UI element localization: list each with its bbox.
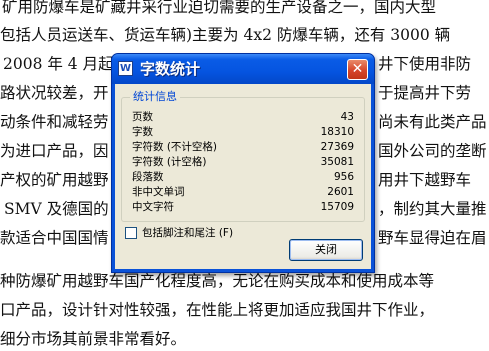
document-line-fragment: 于提高井下劳 — [378, 84, 472, 102]
stat-label: 字符数 (不计空格) — [132, 141, 218, 153]
word-app-icon: W — [118, 61, 133, 76]
document-line-fragment: 尚未有此类产品 — [378, 113, 487, 131]
document-line-fragment: 国外公司的垄断 — [378, 142, 487, 160]
stat-label: 段落数 — [132, 171, 164, 183]
stat-value: 35081 — [320, 156, 354, 168]
stat-value: 15709 — [320, 201, 354, 213]
include-footnotes-checkbox[interactable] — [125, 227, 137, 239]
stat-row-chinese-chars: 中文字符 15709 — [132, 200, 354, 214]
dialog-body: 统计信息 页数 43 字数 18310 字符数 (不计空格) 27369 字符数… — [115, 84, 371, 269]
group-title: 统计信息 — [130, 89, 180, 105]
stat-value: 18310 — [320, 126, 354, 138]
stat-label: 字符数 (计空格) — [132, 156, 207, 168]
stat-row-non-chinese-words: 非中文单词 2601 — [132, 185, 354, 199]
document-line-fragment: 用井下越野车 — [378, 171, 472, 189]
stat-label: 字数 — [132, 126, 153, 138]
stat-row-chars-no-spaces: 字符数 (不计空格) 27369 — [132, 140, 354, 154]
stat-value: 27369 — [320, 141, 354, 153]
stat-row-chars-with-spaces: 字符数 (计空格) 35081 — [132, 155, 354, 169]
document-line: SMV 及德国的 — [4, 200, 109, 218]
document-line: 种防爆矿用越野车国产化程度高，无论在购买成本和使用成本等 — [0, 272, 435, 290]
statistics-group: 统计信息 页数 43 字数 18310 字符数 (不计空格) 27369 字符数… — [121, 89, 365, 222]
document-line-fragment: 野车显得迫在眉 — [378, 229, 487, 247]
document-line-fragment: 井下使用非防 — [378, 55, 472, 73]
stat-label: 中文字符 — [132, 201, 174, 213]
document-line-fragment: ，制约其大量推 — [378, 200, 487, 218]
document-line: 口产品，设计针对性较强，在性能上将更加适应我国井下作业， — [0, 301, 435, 319]
close-icon[interactable]: ✕ — [347, 59, 368, 80]
document-line: 矿用防爆车是矿藏井采行业迫切需要的生产设备之一，国内大型 — [2, 0, 437, 16]
include-footnotes-label[interactable]: 包括脚注和尾注 (F) — [142, 225, 233, 241]
dialog-title: 字数统计 — [140, 60, 201, 78]
stat-value: 956 — [333, 171, 354, 183]
document-line: 为进口产品，因 — [0, 142, 109, 160]
document-line: 路状况较差，开 — [0, 84, 109, 102]
dialog-title-bar[interactable]: W 字数统计 ✕ — [112, 54, 374, 84]
stat-row-words: 字数 18310 — [132, 125, 354, 139]
document-line: 2008 年 4 月起 — [3, 55, 114, 73]
stat-value: 43 — [340, 111, 354, 123]
document-line: 款适合中国国情 — [0, 229, 109, 247]
document-line: 产权的矿用越野 — [0, 171, 109, 189]
document-line: 细分市场其前景非常看好。 — [0, 330, 187, 348]
stat-value: 2601 — [327, 186, 354, 198]
stat-row-pages: 页数 43 — [132, 110, 354, 124]
document-line: 包括人员运送车、货运车辆)主要为 4x2 防爆车辆，还有 3000 辆 — [0, 26, 451, 44]
close-button[interactable]: 关闭 — [289, 239, 363, 261]
stat-label: 页数 — [132, 111, 153, 123]
word-count-dialog: W 字数统计 ✕ 统计信息 页数 43 字数 18310 字符数 (不计空格) … — [111, 53, 375, 273]
stat-row-paragraphs: 段落数 956 — [132, 170, 354, 184]
document-line: 动条件和减轻劳 — [0, 113, 109, 131]
stat-label: 非中文单词 — [132, 186, 185, 198]
